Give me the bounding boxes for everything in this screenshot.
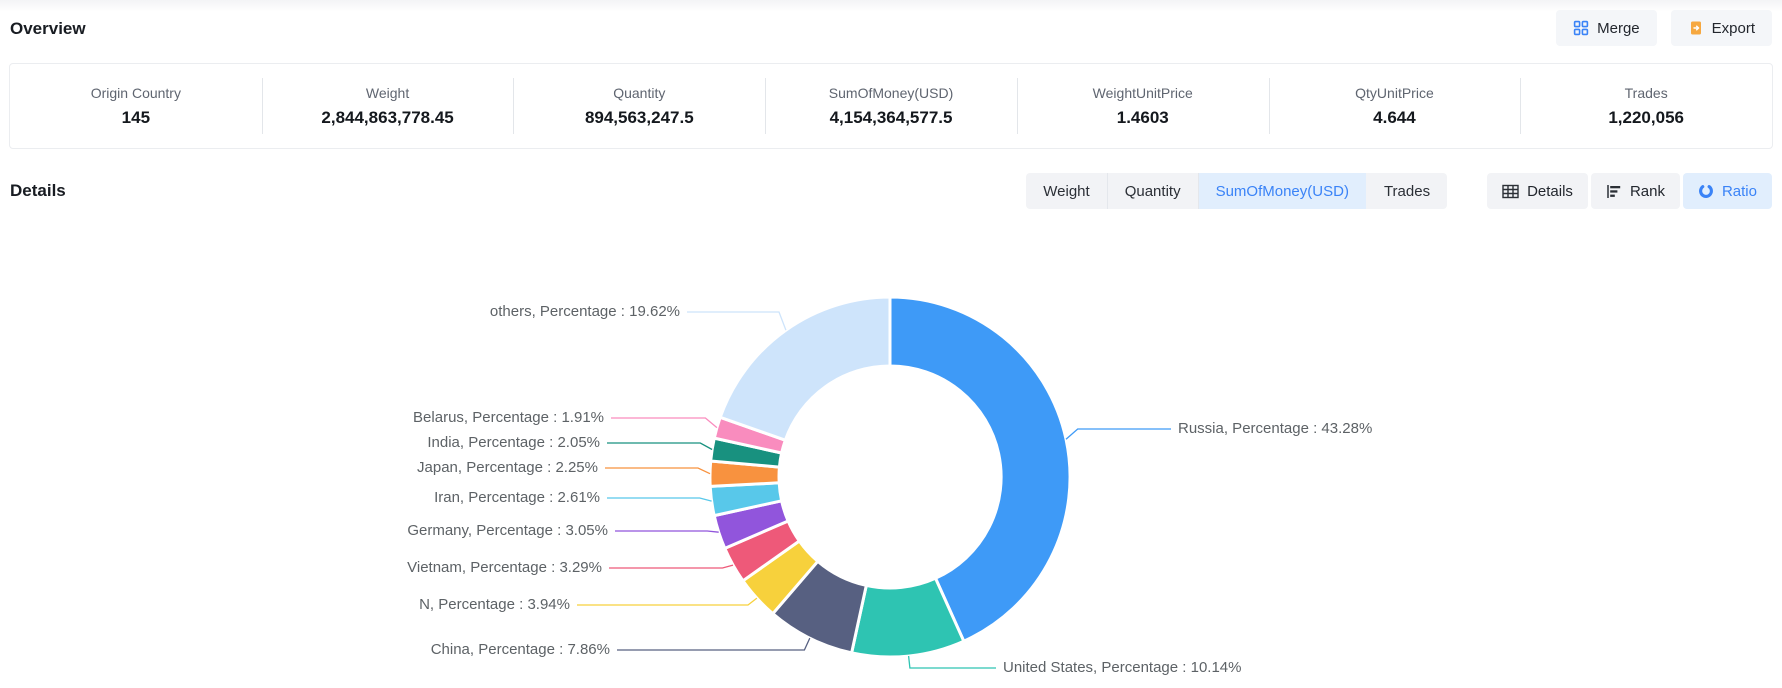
pie-label-india: India, Percentage : 2.05% — [427, 432, 600, 453]
view-tab-label: Rank — [1630, 183, 1665, 200]
leader-line-vietnam — [609, 565, 733, 568]
stat-sum-of-money: SumOfMoney(USD) 4,154,364,577.5 — [765, 64, 1017, 148]
header-buttons: Merge Export — [1556, 10, 1772, 46]
pie-label-others: others, Percentage : 19.62% — [490, 301, 680, 322]
pie-label-vietnam: Vietnam, Percentage : 3.29% — [407, 557, 602, 578]
stat-label: SumOfMoney(USD) — [829, 85, 953, 101]
leader-line-germany — [615, 531, 719, 532]
pie-label-n: N, Percentage : 3.94% — [419, 594, 570, 615]
leader-line-india — [607, 443, 712, 450]
stat-trades: Trades 1,220,056 — [1520, 64, 1772, 148]
pie-label-united-states: United States, Percentage : 10.14% — [1003, 657, 1241, 678]
stat-qty-unit-price: QtyUnitPrice 4.644 — [1269, 64, 1521, 148]
view-tab-rank[interactable]: Rank — [1591, 173, 1680, 209]
pie-slice-others[interactable] — [720, 297, 890, 440]
leader-line-iran — [607, 498, 712, 501]
stat-value: 1.4603 — [1117, 108, 1169, 128]
stat-weight-unit-price: WeightUnitPrice 1.4603 — [1017, 64, 1269, 148]
stat-label: QtyUnitPrice — [1355, 85, 1434, 101]
tab-sum-of-money[interactable]: SumOfMoney(USD) — [1198, 173, 1366, 209]
section-title-details: Details — [10, 181, 66, 201]
donut-chart — [0, 210, 1782, 688]
leader-line-japan — [605, 468, 710, 474]
export-button[interactable]: Export — [1671, 10, 1772, 46]
stat-label: Origin Country — [91, 85, 181, 101]
view-tab-ratio[interactable]: Ratio — [1683, 173, 1772, 209]
view-tab-group: Details Rank Ratio — [1487, 173, 1772, 209]
leader-line-russia — [1066, 429, 1171, 439]
donut-icon — [1698, 183, 1714, 199]
merge-button-label: Merge — [1597, 20, 1640, 37]
stat-value: 145 — [122, 108, 150, 128]
page-title-overview: Overview — [10, 19, 86, 39]
stat-value: 1,220,056 — [1608, 108, 1684, 128]
leader-line-others — [687, 312, 786, 330]
pie-label-japan: Japan, Percentage : 2.25% — [417, 457, 598, 478]
export-file-icon — [1688, 20, 1704, 36]
leader-line-belarus — [611, 418, 717, 428]
stat-weight: Weight 2,844,863,778.45 — [262, 64, 514, 148]
stat-label: Quantity — [613, 85, 665, 101]
stat-origin-country: Origin Country 145 — [10, 64, 262, 148]
stat-value: 894,563,247.5 — [585, 108, 694, 128]
details-controls: Weight Quantity SumOfMoney(USD) Trades D… — [1026, 173, 1772, 209]
stat-label: Trades — [1625, 85, 1668, 101]
leader-line-n — [577, 598, 757, 605]
leader-line-united-states — [909, 656, 996, 668]
stat-label: Weight — [366, 85, 409, 101]
merge-button[interactable]: Merge — [1556, 10, 1657, 46]
tab-trades[interactable]: Trades — [1366, 173, 1447, 209]
stat-value: 2,844,863,778.45 — [321, 108, 453, 128]
leader-line-china — [617, 638, 810, 650]
stat-value: 4,154,364,577.5 — [830, 108, 953, 128]
merge-grid-icon — [1573, 20, 1589, 36]
tab-weight[interactable]: Weight — [1026, 173, 1106, 209]
pie-label-germany: Germany, Percentage : 3.05% — [407, 520, 608, 541]
tab-quantity[interactable]: Quantity — [1107, 173, 1198, 209]
pie-label-belarus: Belarus, Percentage : 1.91% — [413, 407, 604, 428]
pie-label-iran: Iran, Percentage : 2.61% — [434, 487, 600, 508]
pie-label-russia: Russia, Percentage : 43.28% — [1178, 418, 1372, 439]
view-tab-label: Ratio — [1722, 183, 1757, 200]
export-button-label: Export — [1712, 20, 1755, 37]
view-tab-details[interactable]: Details — [1487, 173, 1588, 209]
table-icon — [1502, 184, 1519, 199]
stat-quantity: Quantity 894,563,247.5 — [513, 64, 765, 148]
metric-tab-group: Weight Quantity SumOfMoney(USD) Trades — [1026, 173, 1447, 209]
rank-bars-icon — [1606, 184, 1622, 199]
stat-label: WeightUnitPrice — [1093, 85, 1193, 101]
stat-value: 4.644 — [1373, 108, 1416, 128]
view-tab-label: Details — [1527, 183, 1573, 200]
top-shade — [0, 0, 1782, 12]
overview-stats-card: Origin Country 145 Weight 2,844,863,778.… — [9, 63, 1773, 149]
pie-label-china: China, Percentage : 7.86% — [431, 639, 610, 660]
